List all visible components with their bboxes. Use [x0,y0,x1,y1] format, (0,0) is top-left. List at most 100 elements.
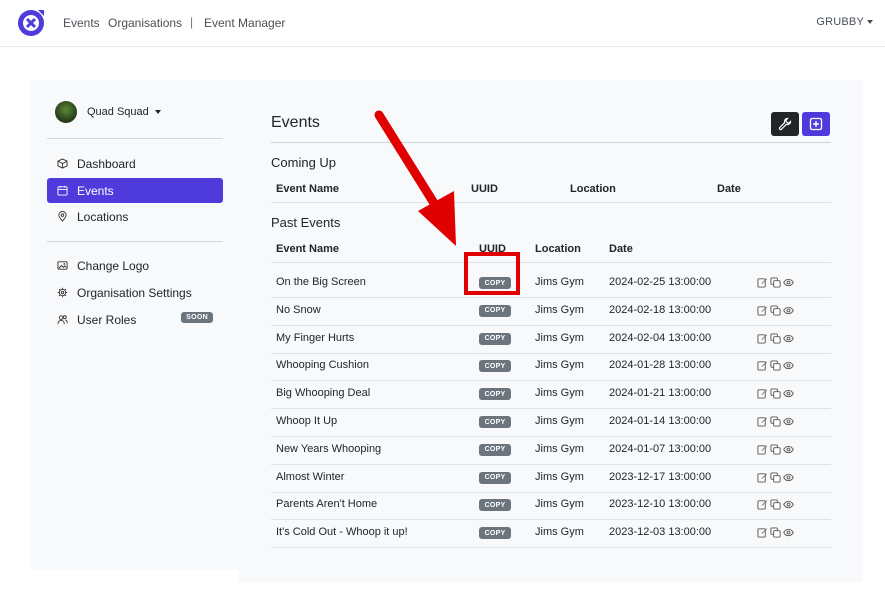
view-icon[interactable] [783,360,794,371]
sidebar-item-label: Dashboard [77,156,136,171]
view-icon[interactable] [783,527,794,538]
nav-section-event-manager[interactable]: Event Manager [204,16,285,30]
row-actions [757,360,794,371]
red-arrow-annotation [374,110,456,246]
copy-uuid-button[interactable]: COPY [479,304,511,317]
sidebar-item-label: Locations [77,209,129,224]
page-title: Events [271,114,320,131]
app-logo-icon[interactable] [16,6,48,38]
event-name: On the Big Screen [276,276,366,288]
event-location: Jims Gym [535,470,584,483]
sidebar-item-events[interactable]: Events [47,178,223,203]
event-location: Jims Gym [535,526,584,539]
column-header: Event Name [276,243,339,255]
plus-square-icon [809,117,823,131]
duplicate-icon[interactable] [770,444,781,455]
row-actions [757,305,794,316]
event-date: 2023-12-17 13:00:00 [609,470,712,483]
event-location: Jims Gym [535,498,584,511]
row-actions [757,388,794,399]
sidebar-item-dashboard[interactable]: Dashboard [47,151,223,176]
event-name: It's Cold Out - Whoop it up! [276,526,408,539]
copy-uuid-button[interactable]: COPY [479,527,511,540]
column-header: Date [609,243,633,255]
duplicate-icon[interactable] [770,499,781,510]
duplicate-icon[interactable] [770,277,781,288]
view-icon[interactable] [783,333,794,344]
copy-uuid-button[interactable]: COPY [479,388,511,401]
event-name: Whoop It Up [276,415,338,427]
view-icon[interactable] [783,416,794,427]
edit-icon[interactable] [757,305,768,316]
copy-uuid-button[interactable]: COPY [479,332,511,345]
view-icon[interactable] [783,444,794,455]
past-events-title: Past Events [271,215,341,230]
event-date: 2023-12-03 13:00:00 [609,526,712,539]
event-date: 2024-01-14 13:00:00 [609,415,712,427]
edit-icon[interactable] [757,277,768,288]
duplicate-icon[interactable] [770,360,781,371]
calendar-icon [57,185,68,196]
column-header: Event Name [276,183,339,195]
view-icon[interactable] [783,388,794,399]
table-row-divider [271,380,831,382]
sidebar-item-change-logo[interactable]: Change Logo [47,253,223,278]
table-row-divider [271,408,831,410]
event-location: Jims Gym [535,387,584,400]
edit-icon[interactable] [757,360,768,371]
table-row-divider [271,324,831,326]
users-icon [57,314,68,325]
manage-events-button[interactable] [771,112,799,136]
event-location: Jims Gym [535,276,584,288]
chevron-down-icon [867,20,873,25]
view-icon[interactable] [783,499,794,510]
edit-icon[interactable] [757,527,768,538]
copy-uuid-button[interactable]: COPY [479,499,511,512]
event-date: 2023-12-10 13:00:00 [609,498,712,511]
nav-link-events[interactable]: Events [63,16,100,30]
soon-badge: SOON [181,312,213,323]
sidebar-item-locations[interactable]: Locations [47,204,223,229]
gear-icon [57,287,68,298]
view-icon[interactable] [783,305,794,316]
add-event-button[interactable] [802,112,830,136]
copy-uuid-button[interactable]: COPY [479,360,511,373]
event-date: 2024-01-07 13:00:00 [609,442,712,455]
event-location: Jims Gym [535,359,584,372]
duplicate-icon[interactable] [770,333,781,344]
event-date: 2024-02-25 13:00:00 [609,276,712,288]
copy-uuid-button[interactable]: COPY [479,416,511,428]
events-panel: Events Coming Up Event Name UUID Locatio… [239,80,863,582]
copy-uuid-button[interactable]: COPY [479,443,511,456]
sidebar-item-organisation-settings[interactable]: Organisation Settings [47,280,223,305]
org-avatar [55,101,77,123]
nav-link-organisations[interactable]: Organisations [108,16,182,30]
duplicate-icon[interactable] [770,472,781,483]
edit-icon[interactable] [757,444,768,455]
event-name: My Finger Hurts [276,331,355,344]
top-navbar: Events Organisations | Event Manager GRU… [0,0,885,47]
event-name: No Snow [276,303,321,316]
sidebar-item-user-roles[interactable]: User Roles SOON [47,307,223,332]
sidebar-item-label: Organisation Settings [77,285,192,300]
view-icon[interactable] [783,277,794,288]
event-location: Jims Gym [535,415,584,427]
duplicate-icon[interactable] [770,305,781,316]
view-icon[interactable] [783,472,794,483]
event-location: Jims Gym [535,303,584,316]
edit-icon[interactable] [757,472,768,483]
edit-icon[interactable] [757,333,768,344]
copy-uuid-button[interactable]: COPY [479,471,511,484]
edit-icon[interactable] [757,388,768,399]
event-location: Jims Gym [535,331,584,344]
event-name: Almost Winter [276,470,345,483]
user-menu[interactable]: GRUBBY [816,16,873,28]
duplicate-icon[interactable] [770,416,781,427]
duplicate-icon[interactable] [770,527,781,538]
org-switcher[interactable]: Quad Squad [55,101,161,123]
edit-icon[interactable] [757,416,768,427]
duplicate-icon[interactable] [770,388,781,399]
table-row-divider [271,547,831,549]
event-name: Big Whooping Deal [276,387,371,400]
edit-icon[interactable] [757,499,768,510]
